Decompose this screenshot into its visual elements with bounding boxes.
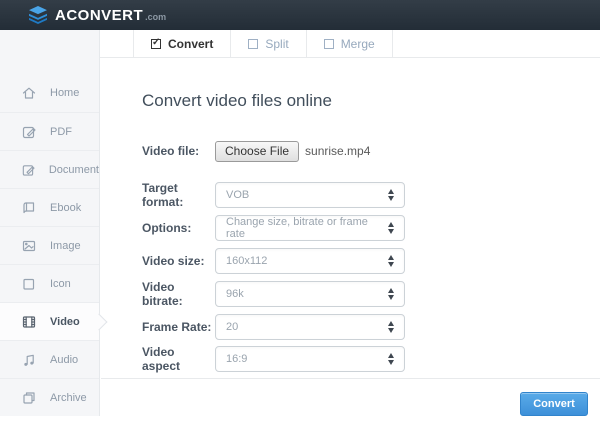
video-bitrate-label: Video bitrate: <box>142 280 215 308</box>
video-file-label: Video file: <box>142 144 215 158</box>
video-file-row: Video file: Choose File sunrise.mp4 <box>142 138 370 164</box>
sidebar-item-image[interactable]: Image <box>0 226 99 264</box>
sidebar-item-label: Archive <box>50 392 87 404</box>
sidebar-item-label: Home <box>50 87 79 99</box>
unchecked-checkbox-icon <box>248 39 258 49</box>
brand-suffix: .com <box>145 12 166 22</box>
page-title: Convert video files online <box>142 91 332 111</box>
sidebar-item-label: PDF <box>50 126 72 138</box>
tab-label: Convert <box>168 37 213 51</box>
pdf-edit-icon <box>21 124 37 140</box>
options-label: Options: <box>142 221 215 235</box>
unchecked-checkbox-icon <box>324 39 334 49</box>
target-format-row: Target format: VOB <box>142 182 405 208</box>
image-icon <box>21 238 37 254</box>
app-header: ACONVERT .com <box>0 0 600 30</box>
sidebar-item-label: Ebook <box>50 202 81 214</box>
tab-label: Split <box>265 37 288 51</box>
sidebar-item-label: Document <box>49 164 99 176</box>
sidebar-item-video[interactable]: Video <box>0 302 99 340</box>
video-size-row: Video size: 160x112 <box>142 248 405 274</box>
choose-file-button[interactable]: Choose File <box>215 141 299 162</box>
sidebar-item-label: Image <box>50 240 81 252</box>
checked-checkbox-icon <box>151 39 161 49</box>
options-value: Change size, bitrate or frame rate <box>226 216 378 240</box>
home-icon <box>21 85 37 101</box>
video-bitrate-row: Video bitrate: 96k <box>142 281 405 307</box>
select-stepper-icon <box>388 288 394 300</box>
sidebar-item-pdf[interactable]: PDF <box>0 112 99 150</box>
frame-rate-select[interactable]: 20 <box>215 314 405 340</box>
footer-divider <box>101 378 600 379</box>
video-aspect-value: 16:9 <box>226 353 247 365</box>
video-film-icon <box>21 314 37 330</box>
sidebar-item-audio[interactable]: Audio <box>0 340 99 378</box>
sidebar-item-document[interactable]: Document <box>0 150 99 188</box>
options-select[interactable]: Change size, bitrate or frame rate <box>215 215 405 241</box>
tab-label: Merge <box>341 37 375 51</box>
frame-rate-value: 20 <box>226 321 238 333</box>
video-size-value: 160x112 <box>226 255 267 267</box>
video-size-label: Video size: <box>142 254 215 268</box>
options-row: Options: Change size, bitrate or frame r… <box>142 215 405 241</box>
video-aspect-label: Video aspect <box>142 345 215 373</box>
video-size-select[interactable]: 160x112 <box>215 248 405 274</box>
tab-merge[interactable]: Merge <box>306 30 393 58</box>
target-format-label: Target format: <box>142 181 215 209</box>
brand-name: ACONVERT <box>55 7 143 24</box>
sidebar-item-label: Icon <box>50 278 71 290</box>
target-format-value: VOB <box>226 189 249 201</box>
video-aspect-select[interactable]: 16:9 <box>215 346 405 372</box>
sidebar-item-archive[interactable]: Archive <box>0 378 99 416</box>
document-edit-icon <box>21 162 36 178</box>
select-stepper-icon <box>388 321 394 333</box>
sidebar-item-icon[interactable]: Icon <box>0 264 99 302</box>
sidebar: Home PDF Document Ebook Image <box>0 30 100 416</box>
convert-now-button[interactable]: Convert Now! <box>520 392 588 416</box>
sidebar-item-label: Video <box>50 316 80 328</box>
select-stepper-icon <box>388 222 394 234</box>
target-format-select[interactable]: VOB <box>215 182 405 208</box>
sidebar-item-home[interactable]: Home <box>0 74 99 112</box>
video-aspect-row: Video aspect 16:9 <box>142 346 405 372</box>
mode-tabs: Convert Split Merge <box>100 30 600 58</box>
select-stepper-icon <box>388 255 394 267</box>
archive-copy-icon <box>21 390 37 406</box>
ebook-icon <box>21 200 37 216</box>
selected-filename: sunrise.mp4 <box>305 144 370 158</box>
select-stepper-icon <box>388 189 394 201</box>
tab-split[interactable]: Split <box>230 30 305 58</box>
frame-rate-row: Frame Rate: 20 <box>142 314 405 340</box>
select-stepper-icon <box>388 353 394 365</box>
video-bitrate-value: 96k <box>226 288 244 300</box>
tab-convert[interactable]: Convert <box>133 30 230 58</box>
audio-note-icon <box>21 352 37 368</box>
sidebar-item-label: Audio <box>50 354 78 366</box>
frame-rate-label: Frame Rate: <box>142 320 215 334</box>
icon-square-icon <box>21 276 37 292</box>
video-bitrate-select[interactable]: 96k <box>215 281 405 307</box>
sidebar-item-ebook[interactable]: Ebook <box>0 188 99 226</box>
aconvert-logo-icon <box>28 6 48 24</box>
